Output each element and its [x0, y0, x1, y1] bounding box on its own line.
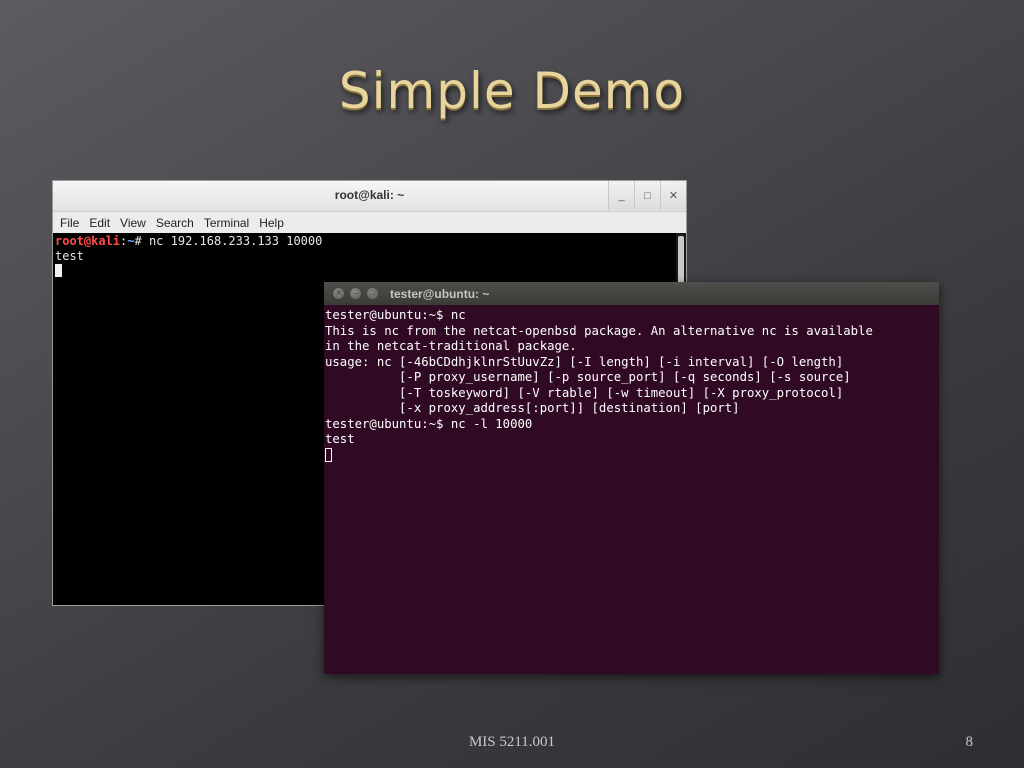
ubuntu-titlebar[interactable]: ✕ – □ tester@ubuntu: ~	[324, 282, 939, 305]
maximize-button[interactable]: □	[634, 181, 660, 210]
menu-help[interactable]: Help	[259, 216, 284, 230]
menu-view[interactable]: View	[120, 216, 146, 230]
kali-titlebar[interactable]: root@kali: ~ _ □ ✕	[53, 181, 686, 212]
slide-page-number: 8	[965, 734, 974, 750]
terminal-line: test	[325, 432, 355, 446]
scrollbar-thumb[interactable]	[678, 236, 684, 286]
menu-file[interactable]: File	[60, 216, 79, 230]
terminal-line: in the netcat-traditional package.	[325, 339, 577, 353]
close-button[interactable]: ✕	[660, 181, 686, 210]
terminal-line: [-x proxy_address[:port]] [destination] …	[325, 401, 740, 415]
kali-command: nc 192.168.233.133 10000	[141, 234, 323, 248]
maximize-icon[interactable]: □	[367, 288, 378, 299]
ubuntu-terminal-output[interactable]: tester@ubuntu:~$ nc This is nc from the n…	[324, 305, 939, 674]
minimize-button[interactable]: _	[608, 181, 634, 210]
ubuntu-window-title: tester@ubuntu: ~	[390, 286, 490, 301]
kali-window-controls: _ □ ✕	[608, 181, 686, 210]
kali-output-line: test	[55, 249, 84, 263]
menu-search[interactable]: Search	[156, 216, 194, 230]
terminal-cursor	[325, 447, 332, 462]
terminal-line: tester@ubuntu:~$ nc -l 10000	[325, 416, 533, 431]
terminal-line: usage: nc [-46bCDdhjklnrStUuvZz] [-I len…	[325, 354, 844, 369]
close-icon[interactable]: ✕	[333, 288, 344, 299]
menu-edit[interactable]: Edit	[89, 216, 110, 230]
terminal-line: [-T toskeyword] [-V rtable] [-w timeout]…	[325, 385, 844, 400]
kali-menubar: File Edit View Search Terminal Help	[53, 212, 686, 233]
menu-terminal[interactable]: Terminal	[204, 216, 249, 230]
minimize-icon[interactable]: –	[350, 288, 361, 299]
kali-window-title: root@kali: ~	[334, 188, 405, 202]
kali-command-line: root@kali:~# nc 192.168.233.133 10000	[55, 234, 674, 249]
prompt-path: ~	[127, 234, 135, 248]
ubuntu-terminal-window[interactable]: ✕ – □ tester@ubuntu: ~ tester@ubuntu:~$ …	[324, 282, 939, 674]
terminal-line: [-P proxy_username] [-p source_port] [-q…	[325, 370, 851, 384]
footer-course: MIS 5211.001	[468, 734, 556, 750]
prompt-user: root@kali	[55, 234, 121, 248]
slide-title: Simple Demo	[338, 62, 686, 120]
terminal-line: This is nc from the netcat-openbsd packa…	[325, 323, 873, 338]
terminal-cursor	[55, 264, 62, 277]
prompt-symbol: #	[134, 234, 142, 248]
terminal-line: tester@ubuntu:~$ nc	[325, 308, 466, 322]
